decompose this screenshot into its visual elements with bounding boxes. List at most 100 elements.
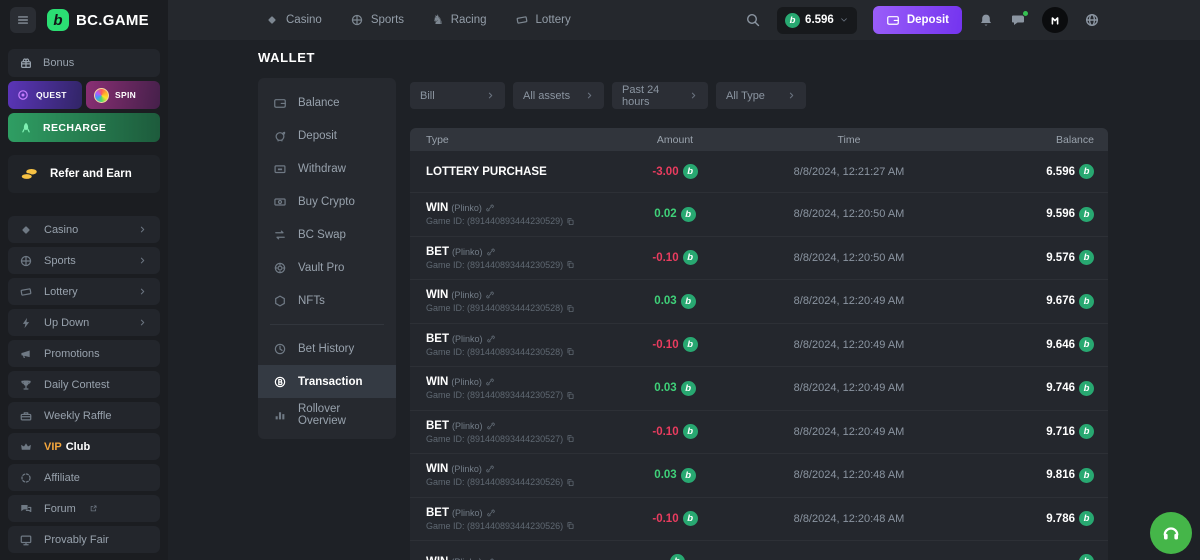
sidebar-item-provably-fair[interactable]: Provably Fair (8, 526, 160, 553)
bcgame-logo[interactable]: b BC.GAME (47, 9, 149, 31)
target-icon (16, 88, 30, 102)
copy-icon[interactable] (566, 260, 575, 269)
megaphone-icon (19, 347, 33, 361)
game-link-icon[interactable] (485, 557, 495, 560)
column-header-type: Type (410, 134, 600, 146)
game-id: Game ID: (891440893444230527) (426, 390, 563, 400)
bc-coin-icon: b (683, 164, 698, 179)
copy-icon[interactable] (566, 217, 575, 226)
cell-time: 8/8/2024, 12:20:50 AM (750, 252, 948, 264)
sidebar-item-weekly-raffle[interactable]: Weekly Raffle (8, 402, 160, 429)
amount-value: -0.10 (652, 426, 678, 438)
game-link-icon[interactable] (485, 290, 495, 300)
language-button[interactable] (1084, 12, 1100, 28)
crown-icon (19, 440, 33, 454)
chat-button[interactable] (1010, 12, 1026, 28)
table-row[interactable]: WIN (Plinko) Game ID: (89144089344423052… (410, 367, 1108, 411)
filter-all-type[interactable]: All Type (716, 82, 806, 109)
table-row[interactable]: LOTTERY PURCHASE -3.00 b 8/8/2024, 12:21… (410, 151, 1108, 193)
cell-balance: 9.596 b (948, 207, 1108, 222)
notifications-button[interactable] (978, 12, 994, 28)
wallet-nav-nfts[interactable]: NFTs (258, 284, 396, 317)
nav-sports[interactable]: Sports (350, 13, 404, 27)
table-header: Type Amount Time Balance (410, 128, 1108, 151)
sidebar-item-lottery[interactable]: Lottery (8, 278, 160, 305)
recharge-button[interactable]: RECHARGE (8, 113, 160, 142)
wallet-nav-withdraw[interactable]: Withdraw (258, 152, 396, 185)
game-id: Game ID: (891440893444230528) (426, 303, 563, 313)
balance-chip[interactable]: b 6.596 (777, 7, 857, 34)
table-row[interactable]: WIN (Plinko) Game ID: (89144089344423052… (410, 454, 1108, 498)
game-link-icon[interactable] (486, 247, 496, 257)
game-link-icon[interactable] (485, 464, 495, 474)
filter-label: All assets (523, 90, 570, 102)
wallet-nav-rollover-overview[interactable]: Rollover Overview (258, 398, 396, 431)
game-id: Game ID: (891440893444230526) (426, 521, 563, 531)
sidebar-item-casino[interactable]: Casino (8, 216, 160, 243)
table-row[interactable]: WIN (Plinko) Game ID: (89144089344423052… (410, 280, 1108, 324)
table-row[interactable]: BET (Plinko) Game ID: (89144089344423052… (410, 324, 1108, 368)
spin-badge[interactable]: SPIN (86, 81, 160, 109)
copy-icon[interactable] (566, 521, 575, 530)
sidebar-item-affiliate[interactable]: Affiliate (8, 464, 160, 491)
game-link-icon[interactable] (486, 508, 496, 518)
copy-icon[interactable] (566, 347, 575, 356)
table-row[interactable]: WIN (Plinko) Game ID: (89144089344423052… (410, 193, 1108, 237)
column-header-time: Time (750, 134, 948, 146)
balance-value: 9.646 (1046, 339, 1075, 351)
table-row[interactable]: BET (Plinko) Game ID: (89144089344423052… (410, 237, 1108, 281)
cell-amount: 0.03 b (600, 381, 750, 396)
nav-casino[interactable]: Casino (265, 13, 322, 27)
sidebar-item-sports[interactable]: Sports (8, 247, 160, 274)
game-link-icon[interactable] (486, 334, 496, 344)
sidebar-item-up-down[interactable]: Up Down (8, 309, 160, 336)
ball-icon (350, 13, 364, 27)
game-link-icon[interactable] (485, 203, 495, 213)
game-name: (Plinko) (451, 203, 482, 213)
filter-past-24-hours[interactable]: Past 24 hours (612, 82, 708, 109)
bc-coin-icon: b (1079, 207, 1094, 222)
sidebar-item-promotions[interactable]: Promotions (8, 340, 160, 367)
game-link-icon[interactable] (485, 377, 495, 387)
wallet-nav-deposit[interactable]: Deposit (258, 119, 396, 152)
search-button[interactable] (745, 12, 761, 28)
wallet-nav-buy-crypto[interactable]: Buy Crypto (258, 185, 396, 218)
nav-lottery[interactable]: Lottery (515, 13, 571, 27)
sidebar-item-bonus[interactable]: Bonus (8, 49, 160, 77)
quest-badge[interactable]: QUEST (8, 81, 82, 109)
game-id: Game ID: (891440893444230528) (426, 347, 563, 357)
wallet-nav-balance[interactable]: Balance (258, 86, 396, 119)
transaction-type: WIN (426, 556, 448, 560)
deposit-button[interactable]: Deposit (873, 6, 962, 34)
nav-racing[interactable]: ♞ Racing (432, 12, 486, 28)
cell-type: WIN (Plinko) Game ID: (89144089344423052… (410, 289, 600, 313)
sidebar-item-label: Promotions (44, 348, 100, 360)
sidebar-item-daily-contest[interactable]: Daily Contest (8, 371, 160, 398)
table-row[interactable]: WIN (Plinko) b b (410, 541, 1108, 560)
table-row[interactable]: BET (Plinko) Game ID: (89144089344423052… (410, 498, 1108, 542)
filter-bill[interactable]: Bill (410, 82, 505, 109)
cell-balance: 9.676 b (948, 294, 1108, 309)
wallet-nav-vault-pro[interactable]: Vault Pro (258, 251, 396, 284)
user-avatar[interactable] (1042, 7, 1068, 33)
transaction-type: WIN (426, 463, 448, 475)
search-icon (745, 12, 761, 28)
sidebar-item-forum[interactable]: Forum (8, 495, 160, 522)
refer-and-earn-button[interactable]: Refer and Earn (8, 155, 160, 193)
wallet-nav-transaction[interactable]: Transaction (258, 365, 396, 398)
wallet-nav-bet-history[interactable]: Bet History (258, 332, 396, 365)
copy-icon[interactable] (566, 304, 575, 313)
wallet-nav-bc-swap[interactable]: BC Swap (258, 218, 396, 251)
support-button[interactable] (1150, 512, 1192, 554)
cell-time: 8/8/2024, 12:20:50 AM (750, 208, 948, 220)
game-link-icon[interactable] (486, 421, 496, 431)
chevron-right-icon (135, 287, 149, 296)
filter-all-assets[interactable]: All assets (513, 82, 604, 109)
sidebar-item-vip-club[interactable]: VIP Club (8, 433, 160, 460)
copy-icon[interactable] (566, 434, 575, 443)
table-row[interactable]: BET (Plinko) Game ID: (89144089344423052… (410, 411, 1108, 455)
hamburger-menu-button[interactable] (10, 7, 36, 33)
copy-icon[interactable] (566, 478, 575, 487)
cell-time: 8/8/2024, 12:20:49 AM (750, 382, 948, 394)
copy-icon[interactable] (566, 391, 575, 400)
